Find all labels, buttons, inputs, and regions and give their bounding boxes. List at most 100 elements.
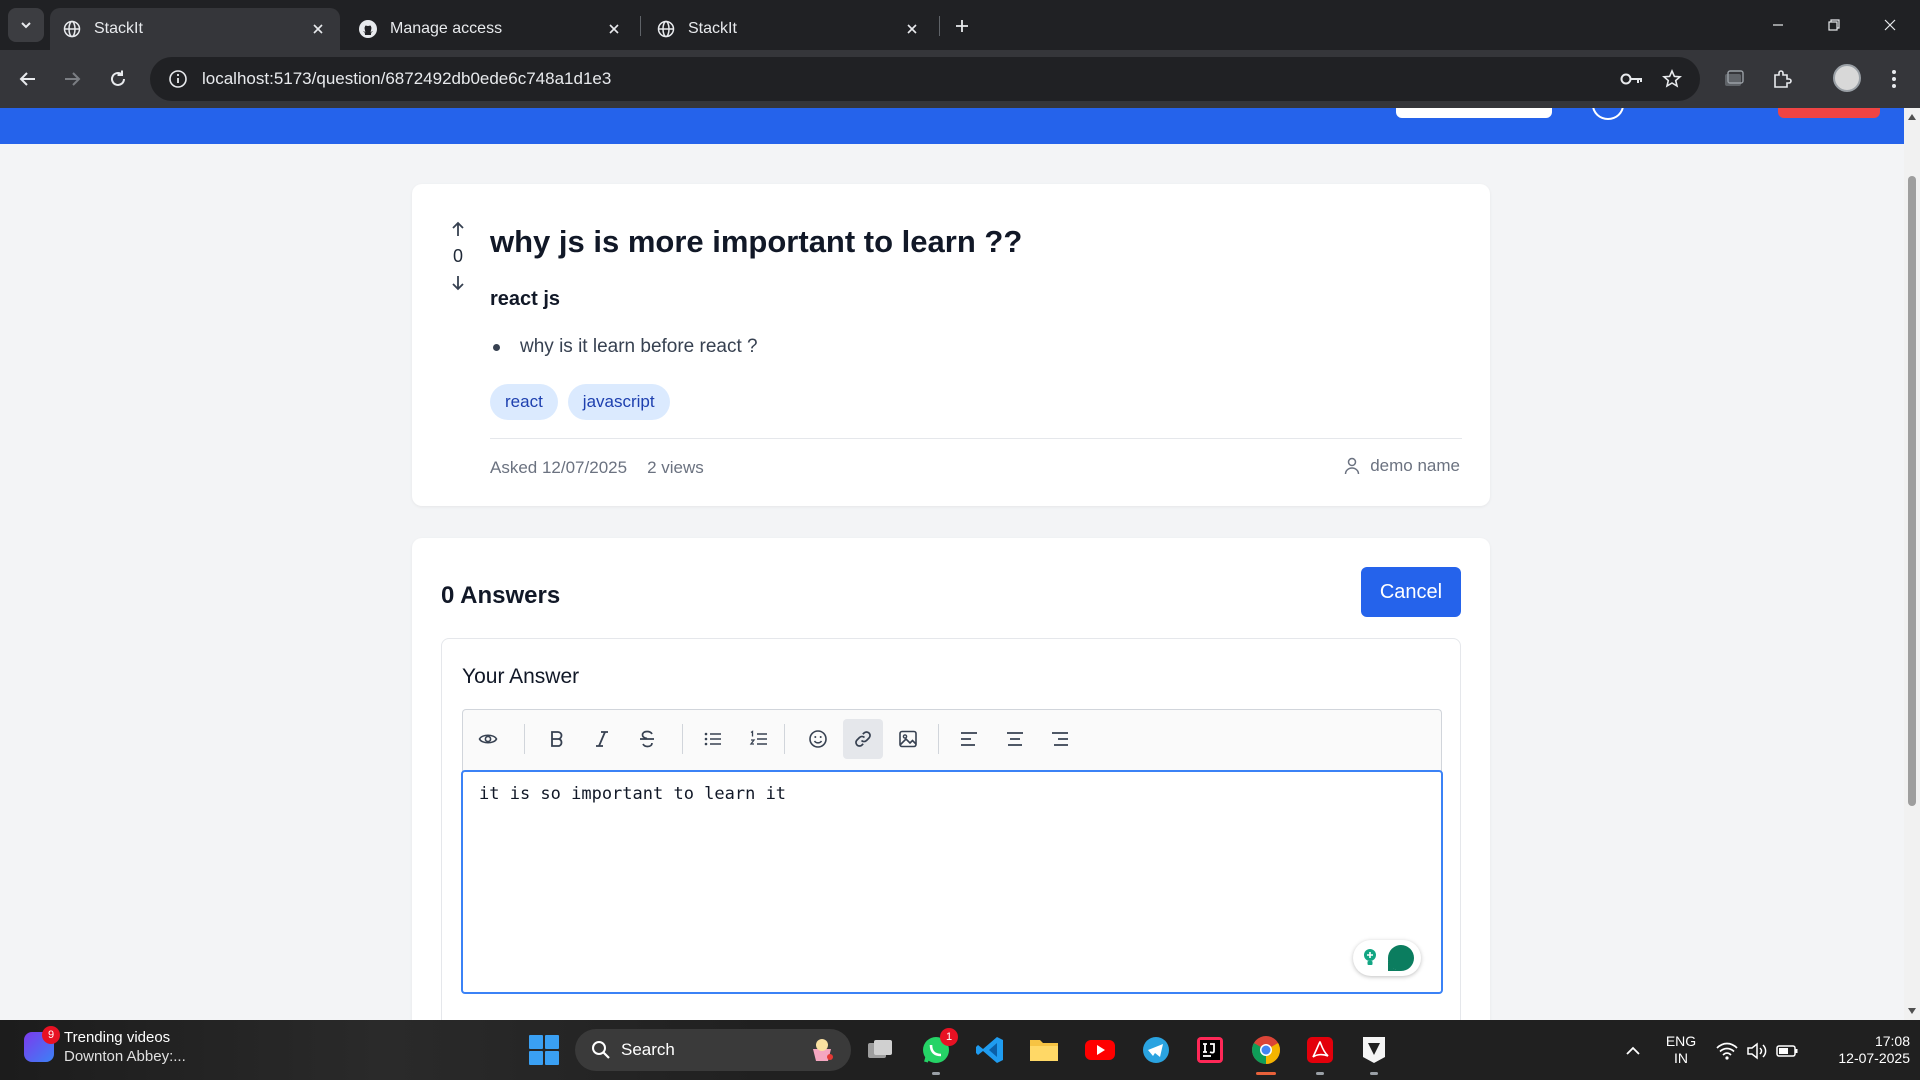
epic-games-app[interactable] <box>1356 1032 1392 1068</box>
clock[interactable]: 17:08 12-07-2025 <box>1810 1033 1910 1067</box>
list-item-text: why is it learn before react ? <box>520 336 758 357</box>
browser-menu-button[interactable] <box>1878 63 1910 95</box>
cancel-button[interactable]: Cancel <box>1361 567 1461 617</box>
language-code: ENG <box>1665 1033 1697 1049</box>
file-explorer-app[interactable] <box>1026 1032 1062 1068</box>
address-bar[interactable]: localhost:5173/question/6872492db0ede6c7… <box>150 57 1700 101</box>
bold-icon <box>551 731 563 747</box>
profile-avatar[interactable] <box>1833 64 1861 92</box>
bookmark-button[interactable] <box>1656 63 1688 95</box>
logout-button[interactable] <box>1778 108 1880 118</box>
scroll-down-icon[interactable] <box>1907 1006 1917 1016</box>
whatsapp-app[interactable]: 1 <box>918 1028 958 1068</box>
bullet-list-button[interactable] <box>693 719 733 759</box>
tab-manage-access[interactable]: Manage access <box>346 8 636 50</box>
globe-icon <box>62 19 82 39</box>
align-center-button[interactable] <box>995 719 1035 759</box>
telegram-icon <box>1143 1037 1169 1063</box>
active-indicator <box>1256 1072 1276 1075</box>
reload-button[interactable] <box>102 63 134 95</box>
forward-button[interactable] <box>56 63 88 95</box>
italic-button[interactable] <box>582 719 622 759</box>
github-icon <box>358 19 378 39</box>
telegram-app[interactable] <box>1138 1032 1174 1068</box>
preview-button[interactable] <box>468 719 508 759</box>
scrollbar-thumb[interactable] <box>1908 176 1916 806</box>
answer-editor[interactable]: it is so important to learn it <box>461 770 1443 994</box>
align-left-button[interactable] <box>949 719 989 759</box>
upvote-button[interactable] <box>442 218 474 240</box>
align-right-button[interactable] <box>1040 719 1080 759</box>
bold-button[interactable] <box>537 719 577 759</box>
extensions-button[interactable] <box>1766 63 1798 95</box>
wifi-icon[interactable] <box>1716 1041 1738 1061</box>
eye-icon <box>478 734 498 744</box>
restore-button[interactable] <box>1814 8 1854 42</box>
app-header <box>0 108 1904 144</box>
answers-heading: 0 Answers <box>441 582 561 609</box>
taskbar-search[interactable]: Search <box>575 1029 851 1071</box>
vscode-app[interactable] <box>972 1032 1008 1068</box>
question-author[interactable]: demo name <box>1344 456 1460 476</box>
chrome-app[interactable] <box>1248 1032 1284 1068</box>
grammarly-icon <box>1388 945 1414 971</box>
restore-icon <box>1828 19 1840 31</box>
user-avatar[interactable] <box>1592 108 1624 120</box>
windows-logo-icon <box>529 1035 543 1049</box>
search-label: Search <box>621 1040 675 1059</box>
tab-stackit[interactable]: StackIt <box>644 8 934 50</box>
battery-icon[interactable] <box>1776 1041 1798 1061</box>
close-icon[interactable] <box>604 19 624 39</box>
running-indicator <box>1316 1072 1324 1075</box>
language-indicator[interactable]: ENG IN <box>1660 1033 1702 1067</box>
site-info-icon[interactable] <box>156 57 200 101</box>
widget-subtitle: Downton Abbey:... <box>64 1048 186 1065</box>
question-card: 0 why js is more important to learn ?? r… <box>412 184 1490 506</box>
grammarly-widget[interactable] <box>1353 940 1421 976</box>
widgets-button[interactable]: 9 Trending videos Downton Abbey:... <box>24 1026 186 1066</box>
tag-javascript[interactable]: javascript <box>567 384 670 420</box>
tab-stackit-active[interactable]: StackIt <box>50 8 340 50</box>
arrow-up-icon <box>452 221 464 236</box>
tag-react[interactable]: react <box>490 384 558 420</box>
emoji-button[interactable] <box>798 719 838 759</box>
tab-groups-button[interactable] <box>1718 63 1750 95</box>
show-hidden-icons-button[interactable] <box>1622 1041 1644 1061</box>
vote-widget: 0 <box>442 218 474 294</box>
downvote-button[interactable] <box>442 272 474 294</box>
header-search-input[interactable] <box>1396 108 1552 118</box>
close-icon[interactable] <box>308 19 328 39</box>
task-view-icon <box>868 1040 892 1058</box>
folder-icon <box>1030 1040 1058 1061</box>
link-button[interactable] <box>843 719 883 759</box>
toolbar-separator <box>784 724 785 754</box>
numbered-list-button[interactable] <box>739 719 779 759</box>
toolbar-separator <box>524 724 525 754</box>
volume-icon[interactable] <box>1746 1041 1768 1061</box>
strikethrough-button[interactable] <box>627 719 667 759</box>
user-icon <box>1344 457 1360 475</box>
intellij-app[interactable] <box>1192 1032 1228 1068</box>
running-indicator <box>1370 1072 1378 1075</box>
vscode-icon <box>976 1037 1003 1063</box>
youtube-app[interactable] <box>1082 1032 1118 1068</box>
close-icon[interactable] <box>902 19 922 39</box>
close-window-button[interactable] <box>1870 8 1910 42</box>
acrobat-app[interactable] <box>1302 1032 1338 1068</box>
running-indicator <box>932 1072 940 1075</box>
new-tab-button[interactable] <box>948 12 976 40</box>
toolbar-separator <box>682 724 683 754</box>
tab-search-button[interactable] <box>8 8 44 42</box>
minimize-button[interactable] <box>1758 8 1798 42</box>
chevron-up-icon <box>1626 1046 1640 1055</box>
vote-count: 0 <box>452 246 463 266</box>
scroll-up-icon[interactable] <box>1907 112 1917 122</box>
tab-label: Manage access <box>390 20 503 37</box>
notification-badge: 9 <box>42 1026 60 1044</box>
page-scrollbar[interactable] <box>1904 108 1920 1020</box>
image-button[interactable] <box>888 719 928 759</box>
back-button[interactable] <box>12 63 44 95</box>
taskview-app[interactable] <box>862 1032 898 1068</box>
password-key-button[interactable] <box>1616 63 1648 95</box>
start-button[interactable] <box>529 1035 559 1065</box>
